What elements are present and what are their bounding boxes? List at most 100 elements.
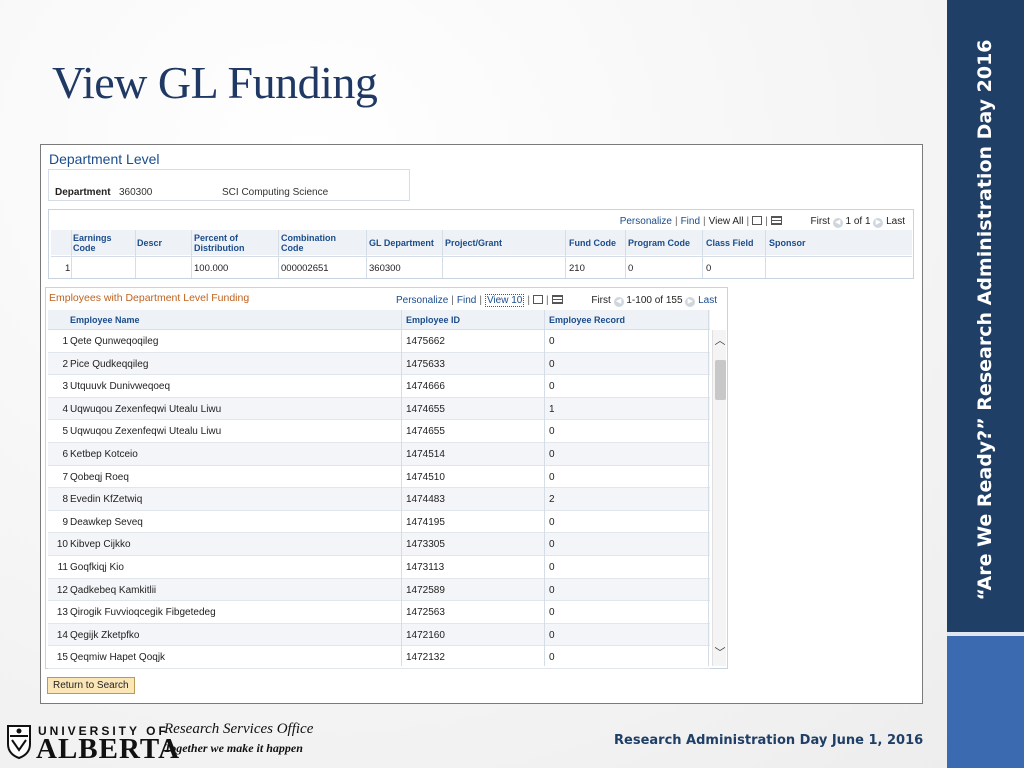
employee-id: 1475662 xyxy=(406,336,445,347)
view-10-link[interactable]: View 10 xyxy=(484,294,525,307)
row-number: 12 xyxy=(56,584,68,596)
view-all-link[interactable]: View All xyxy=(709,216,744,227)
footer-event-date: Research Administration Day June 1, 2016 xyxy=(614,733,924,748)
zoom-icon[interactable] xyxy=(532,295,543,304)
header-employee-name: Employee Name xyxy=(70,315,140,325)
header-project-grant: Project/Grant xyxy=(445,238,503,248)
next-arrow-icon[interactable]: ▶ xyxy=(685,297,696,307)
slide-title: View GL Funding xyxy=(52,57,378,108)
cell-program-code: 0 xyxy=(628,263,634,274)
side-band-bottom xyxy=(947,636,1024,768)
table-row[interactable]: 5 Uqwuqou Zexenfeqwi Utealu Liwu 1474655 0 xyxy=(48,420,710,443)
panel-heading: Department Level xyxy=(49,151,160,167)
office-title: Research Services Office xyxy=(164,721,314,737)
zoom-icon[interactable] xyxy=(752,216,763,225)
distribution-grid-header: Earnings Code Descr Percent of Distribut… xyxy=(51,230,912,255)
table-row[interactable]: 13 Qirogik Fuvvioqcegik Fibgetedeg 1472563… xyxy=(48,601,710,624)
employee-record: 0 xyxy=(549,336,555,347)
first-label: First xyxy=(810,216,830,227)
table-row[interactable]: 10 Kibvep Cijkko 1473305 0 xyxy=(48,533,710,556)
employee-record: 0 xyxy=(549,562,555,573)
personalize-link[interactable]: Personalize xyxy=(396,295,448,306)
table-row[interactable]: 8 Evedin KfZetwiq 1474483 2 xyxy=(48,488,710,511)
row-number: 5 xyxy=(62,426,68,438)
cell-combination: 000002651 xyxy=(281,263,329,274)
table-row[interactable]: 2 Pice Qudkeqqileg 1475633 0 xyxy=(48,352,710,376)
department-description: SCI Computing Science xyxy=(222,187,329,198)
employee-name: Qadkebeq Kamkitlii xyxy=(70,584,157,596)
table-row[interactable]: 4 Uqwuqou Zexenfeqwi Utealu Liwu 1474655 1 xyxy=(48,397,710,421)
table-row[interactable]: 12 Qadkebeq Kamkitlii 1472589 0 xyxy=(48,578,710,602)
row-number: 13 xyxy=(56,607,68,619)
find-link[interactable]: Find xyxy=(681,216,700,227)
header-earnings-code: Earnings Code xyxy=(73,233,112,253)
table-row[interactable]: 3 Utquuvk Dunivweqoeq 1474666 0 xyxy=(48,375,710,398)
first-label: First xyxy=(591,295,611,306)
table-row[interactable]: 9 Deawkep Seveq 1474195 0 xyxy=(48,511,710,534)
employee-record: 0 xyxy=(549,471,555,483)
row-number: 10 xyxy=(56,539,68,551)
employee-id: 1474655 xyxy=(406,426,445,438)
employee-name: Utquuvk Dunivweqoeq xyxy=(70,381,171,393)
header-percent: Percent of Distribution xyxy=(194,233,245,253)
employees-scrollbar[interactable]: ︿ ﹀ xyxy=(712,330,726,666)
employee-record: 0 xyxy=(549,449,555,460)
scroll-up-icon[interactable]: ︿ xyxy=(713,334,727,348)
scroll-down-icon[interactable]: ﹀ xyxy=(713,646,727,660)
employee-name: Qirogik Fuvvioqcegik Fibgetedeg xyxy=(70,607,216,619)
gl-funding-panel: Department Level Department 360300 SCI C… xyxy=(40,144,923,704)
next-arrow-icon[interactable]: ▶ xyxy=(873,218,884,228)
distribution-grid: Personalize | Find | View All | | First ◀ 1 of… xyxy=(48,209,914,279)
table-row[interactable]: 1 Qete Qunweqoqileg 1475662 0 xyxy=(48,330,710,353)
table-row[interactable]: 11 Goqfkiqj Kio 1473113 0 xyxy=(48,556,710,579)
employee-record: 1 xyxy=(549,403,555,415)
employee-record: 0 xyxy=(549,607,555,619)
header-employee-record: Employee Record xyxy=(549,315,626,325)
office-tagline: Together we make it happen xyxy=(164,741,303,755)
download-grid-icon[interactable] xyxy=(551,295,563,304)
table-row[interactable]: 7 Qobeqj Roeq 1474510 0 xyxy=(48,466,710,489)
table-row[interactable]: 6 Ketbep Kotceio 1474514 0 xyxy=(48,443,710,466)
header-gl-department: GL Department xyxy=(369,238,434,248)
employee-id: 1474195 xyxy=(406,516,445,528)
cell-class-field: 0 xyxy=(706,263,712,274)
logo-alberta: ALBERTA xyxy=(36,733,181,765)
row-number: 8 xyxy=(62,494,68,506)
row-range: 1-100 of 155 xyxy=(626,295,683,306)
employee-id: 1474514 xyxy=(406,449,445,460)
table-row[interactable]: 14 Qegijk Zketpfko 1472160 0 xyxy=(48,623,710,647)
header-combination: Combination Code xyxy=(281,233,336,253)
row-number: 1 xyxy=(62,336,68,347)
employee-record: 0 xyxy=(549,358,555,370)
download-grid-icon[interactable] xyxy=(770,216,782,225)
header-fund-code: Fund Code xyxy=(569,238,616,248)
table-row[interactable]: 15 Qeqmiw Hapet Qoqjk 1472132 0 xyxy=(48,646,710,669)
cell-fund-code: 210 xyxy=(569,263,585,274)
return-to-search-button[interactable]: Return to Search xyxy=(47,677,135,694)
employees-grid-caption: Employees with Department Level Funding xyxy=(49,292,250,304)
row-range: 1 of 1 xyxy=(845,216,871,227)
previous-arrow-icon[interactable]: ◀ xyxy=(832,218,843,228)
employee-name: Qobeqj Roeq xyxy=(70,471,129,483)
personalize-link[interactable]: Personalize xyxy=(620,216,672,227)
cell-gl-department: 360300 xyxy=(369,263,401,274)
find-link[interactable]: Find xyxy=(457,295,476,306)
row-number: 14 xyxy=(56,629,68,641)
employee-name: Evedin KfZetwiq xyxy=(70,494,143,506)
row-number: 3 xyxy=(62,381,68,393)
employee-name: Deawkep Seveq xyxy=(70,516,143,528)
employee-id: 1474655 xyxy=(406,403,445,415)
department-box: Department 360300 SCI Computing Science xyxy=(48,169,410,201)
previous-arrow-icon[interactable]: ◀ xyxy=(613,297,624,307)
scroll-thumb[interactable] xyxy=(715,360,726,400)
employee-record: 2 xyxy=(549,494,555,506)
row-number: 4 xyxy=(62,403,68,415)
employee-id: 1473305 xyxy=(406,539,445,551)
employee-id: 1472589 xyxy=(406,584,445,596)
employee-id: 1474483 xyxy=(406,494,445,506)
cell-percent: 100.000 xyxy=(194,263,229,274)
employee-id: 1473113 xyxy=(406,562,445,573)
distribution-grid-nav: Personalize | Find | View All | | First ◀ 1 of… xyxy=(619,216,905,228)
last-link[interactable]: Last xyxy=(698,295,717,306)
last-label: Last xyxy=(886,216,905,227)
